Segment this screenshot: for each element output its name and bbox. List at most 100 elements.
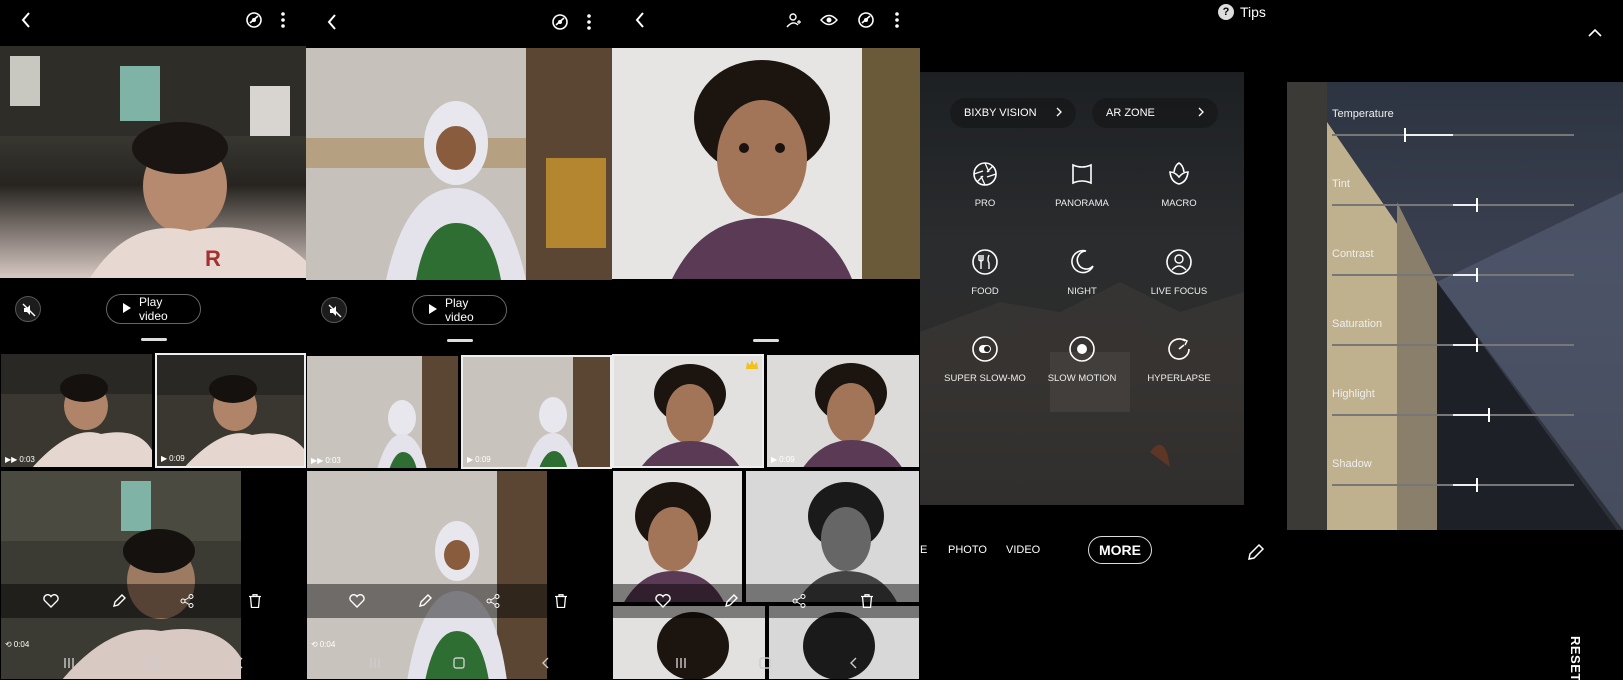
recents-icon[interactable] — [368, 656, 382, 670]
mode-food[interactable]: FOOD — [930, 246, 1040, 297]
home-icon[interactable] — [146, 656, 160, 670]
mode-tab-more[interactable]: MORE — [1088, 536, 1152, 564]
remaster-icon[interactable] — [244, 10, 264, 30]
mode-hyperlapse[interactable]: HYPERLAPSE — [1124, 333, 1234, 384]
crown-icon — [746, 359, 758, 369]
thumbnail-selected[interactable]: ▶ 0:09 — [155, 353, 306, 468]
mode-tab-photo[interactable]: PHOTO — [948, 544, 987, 556]
eye-icon[interactable] — [819, 11, 839, 29]
edit-modes-icon[interactable] — [1246, 542, 1266, 562]
main-photo[interactable] — [612, 48, 920, 279]
mute-button[interactable] — [321, 297, 347, 323]
drag-handle[interactable] — [141, 338, 167, 341]
nav-back-icon[interactable] — [538, 656, 552, 670]
mute-button[interactable] — [15, 296, 41, 322]
slider-fill — [1453, 274, 1478, 276]
edit-icon[interactable] — [722, 592, 740, 610]
aperture-icon — [973, 162, 997, 186]
delete-icon[interactable] — [246, 592, 264, 610]
home-icon[interactable] — [452, 656, 466, 670]
recents-icon[interactable] — [674, 656, 688, 670]
home-icon[interactable] — [758, 656, 772, 670]
play-video-label: Play video — [445, 296, 474, 324]
gallery-panel-1: R Play video ▶▶ 0:03 ▶ 0:09 ⟲ 0:04 — [0, 0, 306, 680]
mode-tab-video[interactable]: VIDEO — [1006, 544, 1040, 556]
nav-back-icon[interactable] — [232, 656, 246, 670]
slider-fill — [1453, 414, 1490, 416]
drag-handle[interactable] — [753, 339, 779, 342]
bixby-vision-button[interactable]: BIXBY VISION — [950, 98, 1076, 128]
favorite-icon[interactable] — [348, 592, 366, 610]
main-photo[interactable]: R — [0, 46, 306, 278]
slider-handle[interactable] — [1476, 478, 1479, 492]
recents-icon[interactable] — [62, 656, 76, 670]
delete-icon[interactable] — [552, 592, 570, 610]
nav-back-icon[interactable] — [846, 656, 860, 670]
tips-button[interactable]: ? Tips — [1218, 4, 1266, 20]
system-nav-bar — [0, 650, 306, 680]
ar-zone-button[interactable]: AR ZONE — [1092, 98, 1218, 128]
slider-handle[interactable] — [1476, 338, 1479, 352]
video-duration: ▶▶ 0:03 — [5, 455, 35, 464]
edit-icon[interactable] — [416, 592, 434, 610]
camera-viewfinder: BIXBY VISION AR ZONE PRO PANORAMA MACRO — [920, 72, 1244, 505]
more-options-icon[interactable] — [582, 12, 596, 32]
remaster-icon[interactable] — [856, 10, 876, 30]
back-arrow-icon[interactable] — [632, 12, 648, 28]
slider-handle[interactable] — [1476, 198, 1479, 212]
remaster-icon[interactable] — [550, 12, 570, 32]
slider-track[interactable] — [1332, 134, 1574, 136]
mode-macro[interactable]: MACRO — [1124, 158, 1234, 209]
slider-handle[interactable] — [1403, 128, 1406, 142]
favorite-icon[interactable] — [654, 592, 672, 610]
play-icon: ▶ — [161, 454, 168, 463]
mode-tab-partial[interactable]: E — [920, 544, 927, 556]
fork-knife-icon — [972, 249, 998, 275]
mode-night[interactable]: NIGHT — [1027, 246, 1137, 297]
thumbnail[interactable]: ▶ 0:09 — [766, 354, 920, 468]
chevron-right-icon — [1198, 107, 1204, 120]
share-icon[interactable] — [790, 592, 808, 610]
more-options-icon[interactable] — [890, 10, 904, 30]
slider-fill — [1404, 134, 1453, 136]
thumbnail[interactable]: ⟲ 0:04 — [0, 470, 242, 680]
mode-slow-motion[interactable]: SLOW MOTION — [1027, 333, 1137, 384]
drag-handle[interactable] — [447, 339, 473, 342]
slider-handle[interactable] — [1488, 408, 1491, 422]
loop-icon: ⟲ — [5, 640, 12, 649]
slider-handle[interactable] — [1476, 268, 1479, 282]
mode-super-slow-mo[interactable]: SUPER SLOW-MO — [930, 333, 1040, 384]
thumbnail[interactable]: ▶▶ 0:03 — [0, 353, 153, 468]
favorite-icon[interactable] — [42, 592, 60, 610]
play-video-button[interactable]: Play video — [412, 295, 507, 325]
reset-button[interactable]: RESET — [1568, 636, 1583, 680]
thumbnail-selected[interactable] — [612, 354, 764, 468]
thumbnail-selected[interactable]: ▶ 0:09 — [461, 355, 612, 469]
video-duration: ▶▶ 0:03 — [311, 456, 341, 465]
back-arrow-icon[interactable] — [324, 14, 340, 30]
play-video-button[interactable]: Play video — [106, 294, 201, 324]
share-icon[interactable] — [484, 592, 502, 610]
video-duration: ⟲ 0:04 — [5, 640, 30, 649]
mode-panorama[interactable]: PANORAMA — [1027, 158, 1137, 209]
share-icon[interactable] — [178, 592, 196, 610]
loop-icon: ⟲ — [311, 640, 318, 649]
fast-forward-icon: ▶▶ — [5, 455, 18, 464]
thumbnail[interactable]: ⟲ 0:04 — [306, 470, 548, 680]
screenshot-collage: R Play video ▶▶ 0:03 ▶ 0:09 ⟲ 0:04 Play … — [0, 0, 1623, 680]
thumbnail[interactable]: ▶▶ 0:03 — [306, 355, 459, 469]
hyperlapse-icon — [1168, 338, 1190, 360]
mode-live-focus[interactable]: LIVE FOCUS — [1124, 246, 1234, 297]
video-duration: ⟲ 0:04 — [311, 640, 336, 649]
slider-label: Contrast — [1332, 248, 1374, 260]
system-nav-bar — [612, 650, 920, 680]
more-options-icon[interactable] — [276, 10, 290, 30]
video-duration: ▶ 0:09 — [467, 455, 491, 464]
main-photo[interactable] — [306, 48, 612, 280]
edit-icon[interactable] — [110, 592, 128, 610]
delete-icon[interactable] — [858, 592, 876, 610]
back-arrow-icon[interactable] — [18, 12, 34, 28]
svg-text:R: R — [205, 246, 221, 271]
mode-pro[interactable]: PRO — [930, 158, 1040, 209]
person-tag-icon[interactable] — [785, 11, 803, 29]
